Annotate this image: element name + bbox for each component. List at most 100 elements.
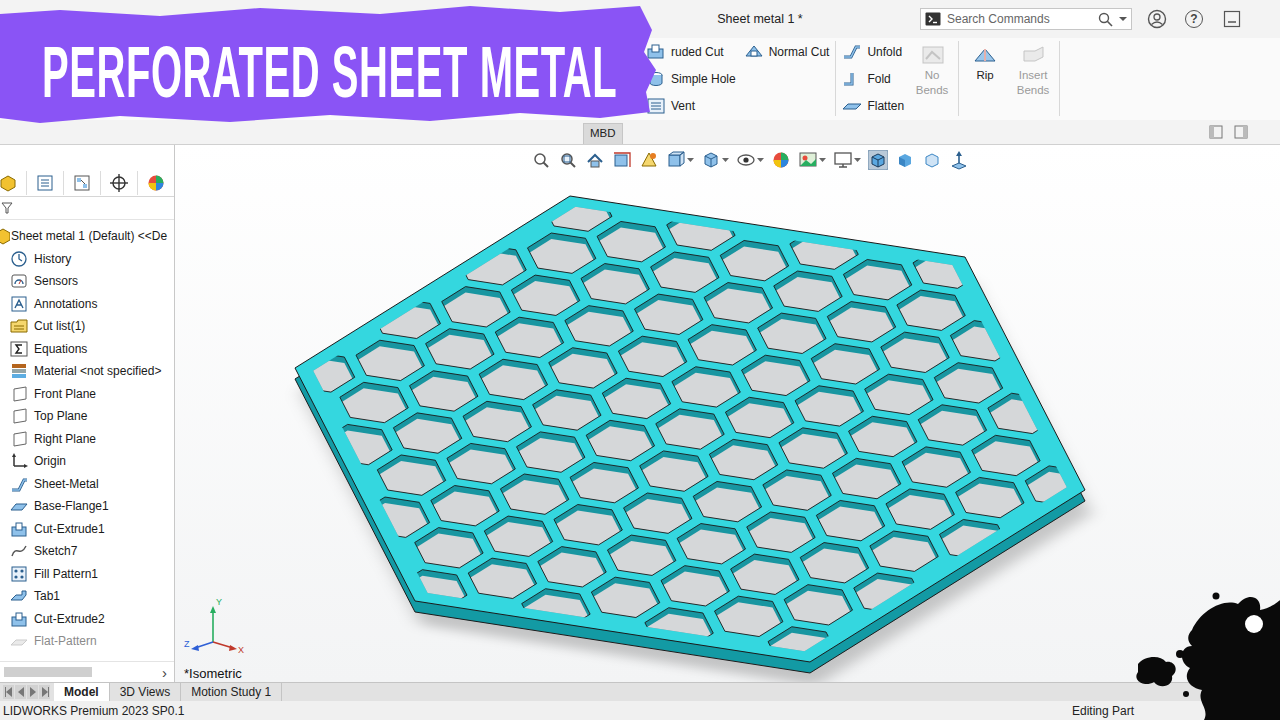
first-tab-icon[interactable] bbox=[3, 685, 14, 699]
normal-cut-button[interactable]: Normal Cut bbox=[744, 41, 830, 63]
help-button[interactable]: ? bbox=[1185, 10, 1203, 28]
tree-item[interactable]: Flat-Pattern bbox=[0, 630, 174, 653]
button-label: Simple Hole bbox=[671, 72, 736, 86]
feature-tree: Sheet metal 1 (Default) <<DeHistorySenso… bbox=[0, 220, 174, 661]
tree-item-label: Cut-Extrude1 bbox=[34, 522, 105, 536]
view-tool-button[interactable] bbox=[948, 150, 970, 170]
hidden-lines-removed-icon bbox=[922, 150, 942, 170]
rip-button[interactable]: Rip bbox=[965, 41, 1005, 83]
feature-icon bbox=[10, 475, 28, 493]
panel-tab[interactable] bbox=[0, 171, 27, 195]
view-tool-button[interactable] bbox=[584, 150, 606, 170]
tree-item[interactable]: Front Plane bbox=[0, 383, 174, 406]
configuration-manager-icon bbox=[72, 173, 92, 193]
tree-item[interactable]: Material <not specified> bbox=[0, 360, 174, 383]
feature-icon bbox=[10, 610, 28, 628]
panel-tab[interactable] bbox=[101, 171, 138, 195]
tree-item[interactable]: Top Plane bbox=[0, 405, 174, 428]
window-controls bbox=[1209, 125, 1280, 139]
vent-button[interactable]: Vent bbox=[646, 95, 736, 117]
ruded-cut-button[interactable]: ruded Cut bbox=[646, 41, 736, 63]
expand-pane-icon[interactable] bbox=[1234, 125, 1248, 139]
view-tool-button[interactable] bbox=[700, 150, 730, 170]
user-account-icon[interactable] bbox=[1147, 9, 1167, 29]
search-box[interactable] bbox=[920, 8, 1132, 30]
tree-root[interactable]: Sheet metal 1 (Default) <<De bbox=[0, 225, 174, 248]
status-bar: LIDWORKS Premium 2023 SP0.1Editing Part bbox=[0, 701, 1280, 720]
magnifier-icon[interactable] bbox=[1098, 12, 1113, 27]
command-icon bbox=[920, 43, 944, 65]
view-tool-button[interactable] bbox=[832, 150, 862, 170]
command-tab[interactable]: MBD bbox=[583, 123, 623, 144]
tree-item[interactable]: Tab1 bbox=[0, 585, 174, 608]
tree-item-label: Annotations bbox=[34, 297, 97, 311]
view-tool-button[interactable] bbox=[894, 150, 916, 170]
tree-item[interactable]: Origin bbox=[0, 450, 174, 473]
tree-item[interactable]: History bbox=[0, 248, 174, 271]
view-tool-button[interactable] bbox=[770, 150, 792, 170]
view-tool-button[interactable] bbox=[921, 150, 943, 170]
filter-funnel-icon[interactable] bbox=[1, 201, 13, 215]
tree-item[interactable]: Cut-Extrude2 bbox=[0, 608, 174, 631]
simple-hole-button[interactable]: Simple Hole bbox=[646, 68, 736, 90]
unfold-button[interactable]: Unfold bbox=[842, 41, 904, 63]
tree-item[interactable]: Sensors bbox=[0, 270, 174, 293]
command-icon bbox=[842, 96, 862, 116]
ribbon-column: No Bends bbox=[912, 41, 952, 116]
ribbon-column: Unfold Fold Flatten bbox=[842, 41, 904, 116]
restore-pane-icon[interactable] bbox=[1209, 125, 1223, 139]
ink-splatter bbox=[1130, 590, 1280, 720]
tree-item[interactable]: Cut list(1) bbox=[0, 315, 174, 338]
bottom-tab[interactable]: 3D Views bbox=[110, 683, 181, 701]
flatten-button[interactable]: Flatten bbox=[842, 95, 904, 117]
scroll-thumb[interactable] bbox=[4, 667, 92, 677]
minimize-window-icon[interactable] bbox=[1223, 10, 1241, 28]
button-label: No Bends bbox=[912, 68, 952, 98]
tree-item[interactable]: Right Plane bbox=[0, 428, 174, 451]
tree-item-label: Right Plane bbox=[34, 432, 96, 446]
view-tool-button[interactable] bbox=[797, 150, 827, 170]
dropdown-arrow-icon[interactable] bbox=[1119, 15, 1127, 23]
app-version: LIDWORKS Premium 2023 SP0.1 bbox=[3, 704, 184, 718]
dynamic-annotation-icon bbox=[639, 150, 659, 170]
tree-item[interactable]: Sheet-Metal bbox=[0, 473, 174, 496]
tree-item[interactable]: Cut-Extrude1 bbox=[0, 518, 174, 541]
view-tool-button[interactable] bbox=[638, 150, 660, 170]
axis-label: Z bbox=[184, 639, 190, 649]
tree-filter[interactable] bbox=[0, 197, 174, 220]
tree-item[interactable]: Sketch7 bbox=[0, 540, 174, 563]
fold-button[interactable]: Fold bbox=[842, 68, 904, 90]
bottom-tab[interactable]: Model bbox=[54, 683, 110, 701]
edit-appearance-icon bbox=[771, 150, 791, 170]
panel-tab[interactable] bbox=[64, 171, 101, 195]
section-view-icon bbox=[612, 150, 632, 170]
button-label: Rip bbox=[976, 68, 993, 83]
scroll-right-arrow[interactable]: › bbox=[162, 664, 170, 681]
banner-title: PERFORATED SHEET METAL bbox=[42, 36, 617, 108]
view-tool-button[interactable] bbox=[665, 150, 695, 170]
next-tab-icon[interactable] bbox=[27, 685, 38, 699]
tree-item[interactable]: Annotations bbox=[0, 293, 174, 316]
perforated-plate-model[interactable] bbox=[175, 145, 1280, 682]
bottom-tab[interactable]: Motion Study 1 bbox=[181, 683, 282, 701]
view-tool-button[interactable] bbox=[867, 150, 889, 170]
tree-item[interactable]: Equations bbox=[0, 338, 174, 361]
view-tool-button[interactable] bbox=[557, 150, 579, 170]
view-tool-button[interactable] bbox=[735, 150, 765, 170]
view-tool-button[interactable] bbox=[530, 150, 552, 170]
bottom-tab-bar: Model3D ViewsMotion Study 1 bbox=[0, 682, 1280, 701]
tree-item[interactable]: Base-Flange1 bbox=[0, 495, 174, 518]
button-label: ruded Cut bbox=[671, 45, 724, 59]
last-tab-icon[interactable] bbox=[39, 685, 50, 699]
feature-icon bbox=[10, 250, 28, 268]
feature-icon bbox=[10, 272, 28, 290]
panel-tab[interactable] bbox=[138, 171, 175, 195]
view-tool-button[interactable] bbox=[611, 150, 633, 170]
feature-icon bbox=[10, 632, 28, 650]
previous-tab-icon[interactable] bbox=[15, 685, 26, 699]
tree-item[interactable]: Fill Pattern1 bbox=[0, 563, 174, 586]
panel-tab[interactable] bbox=[27, 171, 64, 195]
tree-item-label: Sheet-Metal bbox=[34, 477, 99, 491]
tree-item-label: Cut list(1) bbox=[34, 319, 85, 333]
search-input[interactable] bbox=[947, 12, 1092, 26]
